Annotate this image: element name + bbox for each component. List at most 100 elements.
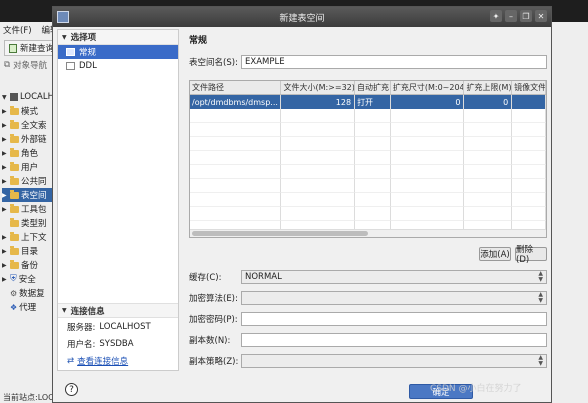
- minimize-icon[interactable]: –: [505, 10, 517, 22]
- page-icon: [66, 62, 75, 70]
- options-header[interactable]: ▼ 选择项: [58, 30, 178, 45]
- tree-item-label: 数据复: [19, 289, 45, 299]
- new-tablespace-dialog: 新建表空间 ✦ – ❐ ✕ ▼ 选择项 常规 DDL ▼ 连接信息 服务器: L…: [52, 6, 552, 403]
- tree-item[interactable]: ▶ 角色: [2, 146, 56, 160]
- folder-icon: [10, 161, 19, 171]
- close-icon[interactable]: ✕: [535, 10, 547, 22]
- tree-item[interactable]: ▶ 上下文: [2, 230, 56, 244]
- column-header[interactable]: 自动扩充: [355, 81, 391, 94]
- tree-item-label: 类型别: [21, 219, 47, 229]
- column-header[interactable]: 扩充尺寸(M:0~2048): [391, 81, 465, 94]
- encrypt-pwd-label: 加密密码(P):: [189, 315, 238, 325]
- datafile-table: 文件路径 文件大小(M:>=32) 自动扩充 扩充尺寸(M:0~2048) 扩充…: [189, 80, 547, 238]
- conn-header[interactable]: ▼ 连接信息: [58, 303, 178, 318]
- section-title: 常规: [189, 36, 208, 46]
- encrypt-pwd-row: 加密密码(P):: [189, 312, 547, 326]
- tree-item-label: 代理: [19, 303, 37, 313]
- tree-item[interactable]: ▶ 外部链: [2, 132, 56, 146]
- add-button[interactable]: 添加(A): [479, 247, 511, 261]
- folder-icon: [10, 245, 19, 255]
- restore-icon[interactable]: ❐: [520, 10, 532, 22]
- column-header[interactable]: 文件路径: [190, 81, 282, 94]
- cache-label: 缓存(C):: [189, 273, 222, 283]
- watermark: CSDN @小白在努力了: [430, 384, 522, 394]
- tree-item[interactable]: ▶ 公共同: [2, 174, 56, 188]
- object-navigator-tab[interactable]: ⧉ 对象导航: [0, 58, 55, 72]
- encrypt-algo-row: 加密算法(E): ▲ ▼: [189, 291, 547, 305]
- copies-label: 副本数(N):: [189, 336, 231, 346]
- dialog-title-bar[interactable]: 新建表空间 ✦ – ❐ ✕: [53, 7, 551, 27]
- encrypt-algo-select[interactable]: ▲ ▼: [241, 291, 547, 305]
- collapsed-arrow-icon: ▶: [2, 205, 7, 213]
- tree-item[interactable]: ⚙ 数据复: [2, 286, 56, 300]
- collapsed-arrow-icon: ▶: [2, 107, 7, 115]
- table-row-empty: [190, 207, 546, 221]
- tree-item[interactable]: ▶ 备份: [2, 258, 56, 272]
- tree-item-tablespace[interactable]: ▶ 表空间: [2, 188, 56, 202]
- collapsed-arrow-icon: ▶: [2, 163, 7, 171]
- status-bar: 当前站点:LOCA: [3, 393, 60, 402]
- folder-icon: [10, 217, 19, 227]
- dialog-left-panel: ▼ 选择项 常规 DDL ▼ 连接信息 服务器: LOCALHOST 用户名: …: [57, 29, 179, 371]
- tree-item-label: 上下文: [21, 233, 47, 243]
- link-icon: ⇄: [67, 355, 75, 366]
- scrollbar-thumb[interactable]: [192, 231, 368, 236]
- table-row-empty: [190, 109, 546, 123]
- tree-item-label: 备份: [21, 261, 39, 271]
- delete-button[interactable]: 删除(D): [515, 245, 547, 265]
- cell-autoextend: 打开: [355, 95, 391, 109]
- tree-item[interactable]: ▶ 全文索: [2, 118, 56, 132]
- folder-icon: [10, 119, 19, 129]
- navigator-label: 对象导航: [13, 61, 48, 71]
- view-connection-link[interactable]: 查看连接信息: [77, 355, 128, 367]
- tree-item[interactable]: ▶ 用户: [2, 160, 56, 174]
- collapsed-arrow-icon: ▶: [2, 135, 7, 143]
- pin-icon[interactable]: ✦: [490, 10, 502, 22]
- copy-policy-select[interactable]: ▲ ▼: [241, 354, 547, 368]
- cell-next-size: 0: [391, 95, 465, 109]
- horizontal-scrollbar[interactable]: [190, 229, 546, 237]
- menu-file[interactable]: 文件(F): [3, 24, 32, 38]
- folder-icon: [10, 203, 19, 213]
- tree-item[interactable]: ❖ 代理: [2, 300, 56, 314]
- tree-item-label: 外部链: [21, 135, 47, 145]
- tree-item-label: 模式: [21, 107, 39, 117]
- tree-item[interactable]: 类型别: [2, 216, 56, 230]
- user-value: SYSDBA: [99, 338, 134, 349]
- collapsed-arrow-icon: ▶: [2, 247, 7, 255]
- tree-item[interactable]: ▶ 模式: [2, 104, 56, 118]
- tablespace-name-input[interactable]: EXAMPLE: [241, 55, 547, 69]
- copies-input[interactable]: [241, 333, 547, 347]
- dialog-title: 新建表空间: [279, 13, 325, 24]
- cache-select[interactable]: NORMAL ▲ ▼: [241, 270, 547, 284]
- main-menu-bar: 文件(F) 编辑: [0, 24, 59, 38]
- tree-item-label: 工具包: [21, 205, 47, 215]
- expanded-arrow-icon: ▼: [2, 93, 7, 101]
- name-label: 表空间名(S):: [189, 58, 238, 68]
- shield-icon: ⛨: [10, 274, 17, 284]
- column-header[interactable]: 文件大小(M:>=32): [281, 81, 356, 94]
- column-header[interactable]: 镜像文件: [512, 81, 546, 94]
- option-general[interactable]: 常规: [58, 45, 178, 59]
- tree-item[interactable]: ▶ 目录: [2, 244, 56, 258]
- tree-item-label: 用户: [21, 163, 39, 173]
- table-row-empty: [190, 179, 546, 193]
- folder-icon: [10, 231, 19, 241]
- tree-item-root[interactable]: ▼ LOCALH: [2, 90, 56, 104]
- tree-item[interactable]: ▶ 工具包: [2, 202, 56, 216]
- table-row[interactable]: /opt/dmdbms/dmsp... 128 打开 0 0: [190, 95, 546, 109]
- replication-icon: ⚙: [10, 288, 18, 298]
- tree-item[interactable]: ▶ ⛨ 安全: [2, 272, 56, 286]
- column-header[interactable]: 扩充上限(M): [464, 81, 513, 94]
- window-controls: ✦ – ❐ ✕: [490, 10, 547, 22]
- tree-item-label: 安全: [18, 275, 36, 285]
- collapsed-arrow-icon: ▶: [2, 191, 7, 199]
- folder-icon: [10, 105, 19, 115]
- help-icon[interactable]: ?: [65, 383, 78, 396]
- folder-icon: [10, 175, 19, 185]
- tree-item-label: 目录: [21, 247, 39, 257]
- encrypt-password-input[interactable]: [241, 312, 547, 326]
- folder-icon: [10, 259, 19, 269]
- option-ddl[interactable]: DDL: [58, 59, 178, 73]
- collapsed-arrow-icon: ▶: [2, 233, 7, 241]
